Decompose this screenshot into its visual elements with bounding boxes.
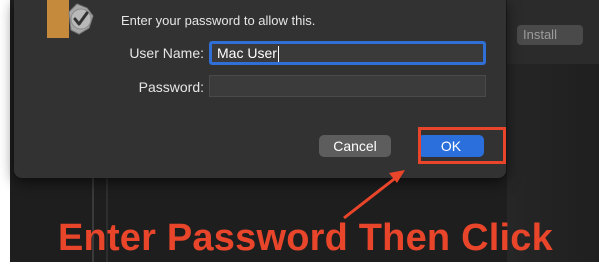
user-name-label: User Name: <box>129 45 204 61</box>
user-name-field[interactable]: Mac User <box>209 41 486 65</box>
text-cursor <box>277 46 279 63</box>
password-label: Password: <box>138 79 204 95</box>
user-name-value: Mac User <box>217 45 277 61</box>
lock-icon <box>47 0 94 38</box>
ok-highlight-box <box>418 127 506 164</box>
cancel-button[interactable]: Cancel <box>319 135 391 157</box>
password-field[interactable] <box>209 75 486 97</box>
dialog-prompt: Enter your password to allow this. <box>121 13 316 28</box>
authentication-dialog: Enter your password to allow this. User … <box>14 0 506 178</box>
install-button[interactable]: Install <box>517 25 583 45</box>
annotation-caption: Enter Password Then Click <box>58 217 553 259</box>
